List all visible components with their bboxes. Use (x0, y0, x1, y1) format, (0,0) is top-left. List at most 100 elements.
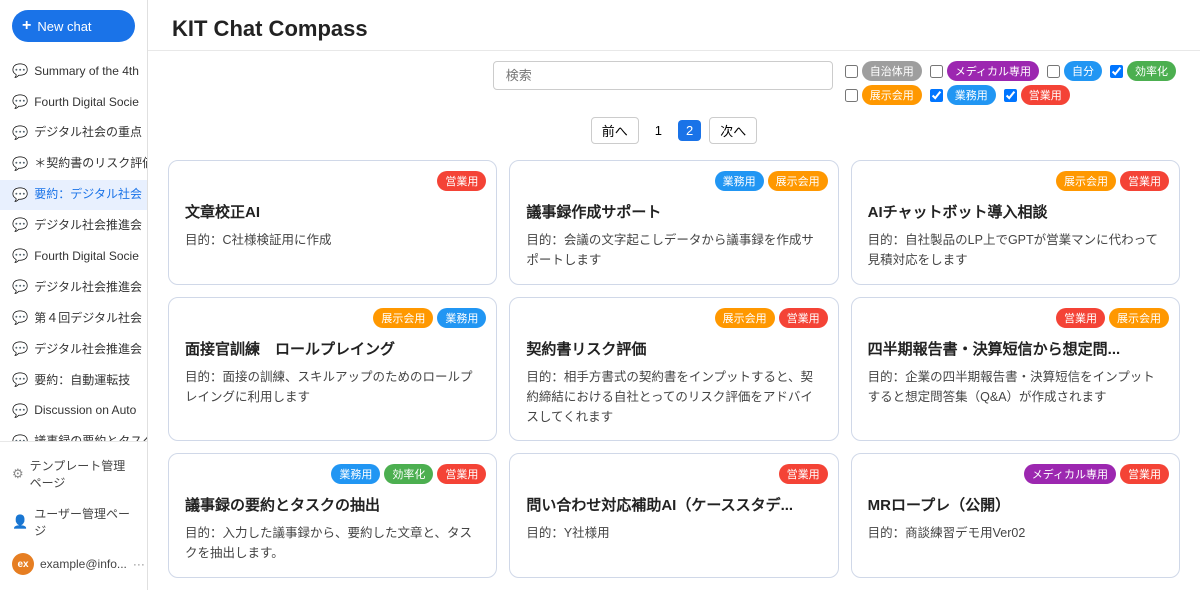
filter-checkbox-business[interactable] (930, 89, 943, 102)
sidebar-item-contract-risk[interactable]: 💬＊契約書のリスク評価 (0, 149, 147, 180)
card-tags-card-4: 展示会用業務用 (373, 308, 486, 328)
card-desc: 目的：会議の文字起こしデータから議事録を作成サポートします (526, 230, 821, 270)
sidebar-item-label: デジタル社会の重点 (34, 125, 142, 141)
card-tags-card-2: 業務用展示会用 (715, 171, 828, 191)
filter-checkbox-jichitai[interactable] (845, 65, 858, 78)
new-chat-label: New chat (37, 19, 91, 34)
card-card-2[interactable]: 業務用展示会用議事録作成サポート目的：会議の文字起こしデータから議事録を作成サポ… (509, 160, 838, 285)
sidebar-item-discussion-auto[interactable]: 💬Discussion on Auto (0, 396, 147, 427)
user-icon: 👤 (12, 514, 28, 530)
chat-icon: 💬 (12, 94, 28, 111)
card-tag-メディカル専用: メディカル専用 (1024, 464, 1116, 484)
filter-area: 自治体用 メディカル専用 自分 効率化 展示会用 業務用 営業用 (148, 51, 1200, 111)
card-card-8[interactable]: 営業用問い合わせ対応補助AI（ケーススタデ...目的：Y社様用 (509, 453, 838, 578)
filter-badge-self[interactable]: 自分 (1064, 61, 1102, 81)
pagination: 前へ 1 2 次へ (148, 111, 1200, 152)
sidebar-item-fourth-digital[interactable]: 💬 Fourth Digital Socie (0, 87, 147, 118)
card-card-6[interactable]: 営業用展示会用四半期報告書・決算短信から想定問...目的：企業の四半期報告書・決… (851, 297, 1180, 441)
template-manage-link[interactable]: ⚙ テンプレート管理ページ (0, 450, 147, 498)
card-desc: 目的：C社様検証用に作成 (185, 230, 480, 250)
card-title: 契約書リスク評価 (526, 338, 821, 359)
filter-tags: 自治体用 メディカル専用 自分 効率化 展示会用 業務用 営業用 (845, 61, 1176, 105)
filter-checkbox-sales[interactable] (1004, 89, 1017, 102)
filter-badge-business[interactable]: 業務用 (947, 85, 996, 105)
card-tag-営業用: 営業用 (779, 308, 828, 328)
filter-badge-efficiency[interactable]: 効率化 (1127, 61, 1176, 81)
user-manage-link[interactable]: 👤 ユーザー管理ページ (0, 498, 147, 546)
sidebar-item-summary-digital[interactable]: 💬要約：デジタル社会 (0, 180, 147, 211)
card-tag-業務用: 業務用 (331, 464, 380, 484)
page-1[interactable]: 1 (647, 120, 670, 141)
sidebar-item-summary-auto[interactable]: 💬 要約：自動運転技 (0, 365, 147, 396)
card-tag-営業用: 営業用 (437, 464, 486, 484)
sidebar-item-label: 第４回デジタル社会 (34, 311, 142, 327)
card-tag-展示会用: 展示会用 (373, 308, 433, 328)
page-2[interactable]: 2 (678, 120, 701, 141)
filter-row-2: 展示会用 業務用 営業用 (845, 85, 1176, 105)
filter-item-medical: メディカル専用 (930, 61, 1039, 81)
sidebar-item-summary-4th[interactable]: 💬 Summary of the 4th (0, 56, 147, 87)
card-title: 文章校正AI (185, 201, 480, 222)
sidebar-item-4th-digital-society[interactable]: 💬第４回デジタル社会 (0, 303, 147, 334)
sidebar-item-digital-society-promo2[interactable]: 💬デジタル社会推進会 (0, 272, 147, 303)
sidebar-item-label: Summary of the 4th (34, 64, 139, 80)
sidebar-item-digital-society-promo3[interactable]: 💬デジタル社会推進会 (0, 334, 147, 365)
card-card-1[interactable]: 営業用文章校正AI 目的：C社様検証用に作成 (168, 160, 497, 285)
card-desc: 目的：企業の四半期報告書・決算短信をインプットすると想定問答集（Q&A）が作成さ… (868, 367, 1163, 407)
next-page-button[interactable]: 次へ (709, 117, 757, 144)
card-card-5[interactable]: 展示会用営業用契約書リスク評価目的：相手方書式の契約書をインプットすると、契約締… (509, 297, 838, 441)
filter-checkbox-medical[interactable] (930, 65, 943, 78)
card-tags-card-8: 営業用 (779, 464, 828, 484)
card-tag-展示会用: 展示会用 (1109, 308, 1169, 328)
card-title: MRロープレ（公開） (868, 494, 1163, 515)
card-card-7[interactable]: 業務用効率化営業用議事録の要約とタスクの抽出目的：入力した議事録から、要約した文… (168, 453, 497, 578)
filter-badge-jichitai[interactable]: 自治体用 (862, 61, 922, 81)
filter-item-sales: 営業用 (1004, 85, 1070, 105)
card-tag-営業用: 営業用 (779, 464, 828, 484)
filter-checkbox-exhibition[interactable] (845, 89, 858, 102)
card-tags-card-5: 展示会用営業用 (715, 308, 828, 328)
sidebar-item-digital-society-key[interactable]: 💬デジタル社会の重点 (0, 118, 147, 149)
card-tag-展示会用: 展示会用 (1056, 171, 1116, 191)
card-tags-card-9: メディカル専用営業用 (1024, 464, 1169, 484)
search-input[interactable] (493, 61, 833, 90)
card-card-4[interactable]: 展示会用業務用面接官訓練 ロールプレイング目的：面接の訓練、スキルアップのための… (168, 297, 497, 441)
card-title: AIチャットボット導入相談 (868, 201, 1163, 222)
new-chat-button[interactable]: + New chat (12, 10, 135, 42)
filter-badge-medical[interactable]: メディカル専用 (947, 61, 1039, 81)
card-title: 問い合わせ対応補助AI（ケーススタデ... (526, 494, 821, 515)
chat-icon: 💬 (12, 372, 28, 389)
user-account[interactable]: ex example@info... ··· (0, 546, 147, 582)
card-tag-効率化: 効率化 (384, 464, 433, 484)
filter-badge-sales[interactable]: 営業用 (1021, 85, 1070, 105)
filter-checkbox-efficiency[interactable] (1110, 65, 1123, 78)
card-desc: 目的：入力した議事録から、要約した文章と、タスクを抽出します。 (185, 523, 480, 563)
sidebar-item-digital-society-promo[interactable]: 💬デジタル社会推進会 (0, 210, 147, 241)
card-tag-展示会用: 展示会用 (768, 171, 828, 191)
sidebar-item-label: 要約：自動運転技 (34, 373, 130, 389)
sidebar-list: 💬Summary of the 4th💬Fourth Digital Socie… (0, 52, 147, 441)
chat-icon: 💬 (12, 63, 28, 80)
sidebar-item-fourth-digital2[interactable]: 💬Fourth Digital Socie (0, 241, 147, 272)
template-label: テンプレート管理ページ (30, 457, 135, 491)
sidebar-item-label: Fourth Digital Socie (34, 95, 139, 111)
sidebar-item-label: デジタル社会推進会 (34, 218, 142, 234)
chat-icon: 💬 (12, 156, 28, 173)
user-email: example@info... (40, 557, 127, 571)
card-card-3[interactable]: 展示会用営業用AIチャットボット導入相談目的：自社製品のLP上でGPTが営業マン… (851, 160, 1180, 285)
main-area: KIT Chat Compass 自治体用メディカル専用自分効率化 展示会用業務… (148, 0, 1200, 590)
filter-checkbox-self[interactable] (1047, 65, 1060, 78)
card-tags-card-7: 業務用効率化営業用 (331, 464, 486, 484)
filter-item-self: 自分 (1047, 61, 1102, 81)
chat-icon: 💬 (12, 434, 28, 441)
prev-page-button[interactable]: 前へ (591, 117, 639, 144)
filter-badge-exhibition[interactable]: 展示会用 (862, 85, 922, 105)
card-title: 議事録の要約とタスクの抽出 (185, 494, 480, 515)
filter-item-jichitai: 自治体用 (845, 61, 922, 81)
card-card-9[interactable]: メディカル専用営業用MRロープレ（公開）目的：商談練習デモ用Ver02 (851, 453, 1180, 578)
sidebar-item-label: デジタル社会推進会 (34, 280, 142, 296)
sidebar-item-minutes-tasks[interactable]: 💬議事録の要約とタスク (0, 427, 147, 441)
card-tags-card-1: 営業用 (437, 171, 486, 191)
more-icon[interactable]: ··· (133, 557, 145, 571)
sidebar-bottom: ⚙ テンプレート管理ページ 👤 ユーザー管理ページ ex example@inf… (0, 441, 147, 590)
